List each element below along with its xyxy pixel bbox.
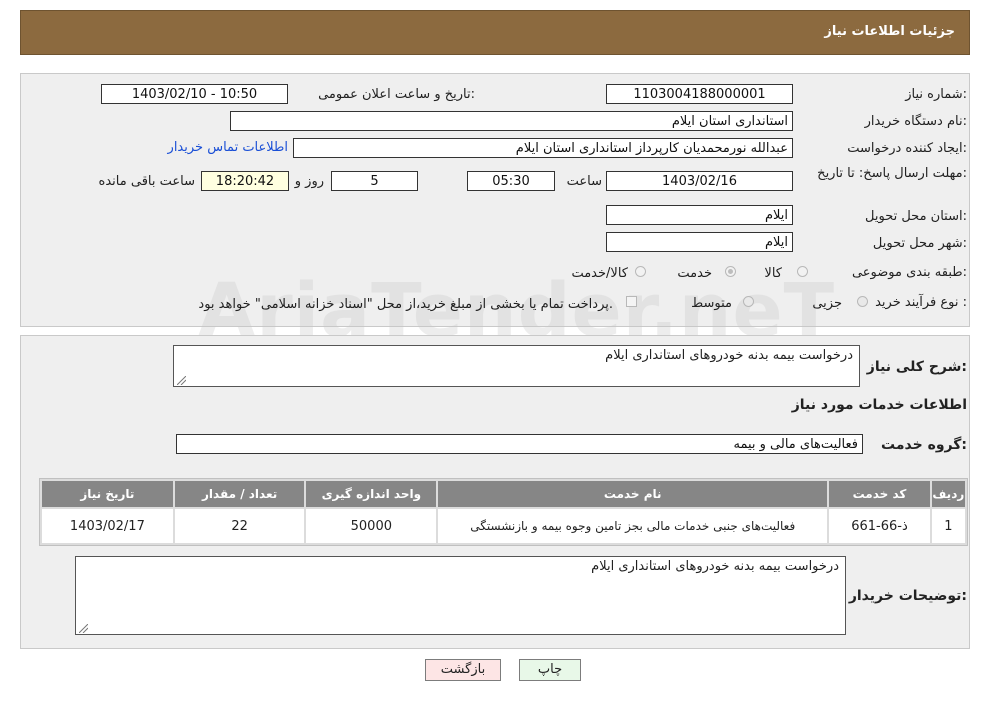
general-desc-label: شرح کلی نیاز: [866,359,967,375]
process-option-medium: متوسط [691,296,732,311]
deadline-time-field: 05:30 [467,171,555,191]
category-option-service: خدمت [677,266,712,281]
category-radio-goods[interactable] [797,266,808,277]
province-field: ایلام [606,205,793,225]
treasury-payment-note: پرداخت تمام یا بخشی از مبلغ خرید،از محل … [198,297,613,312]
general-desc-text: درخواست بیمه بدنه خودروهای استانداری ایل… [605,348,853,363]
cell-quantity: 22 [174,509,305,543]
remaining-days-field: 5 [331,171,418,191]
remaining-time-label: ساعت باقی مانده [98,174,195,189]
print-button[interactable]: چاپ [519,659,581,681]
service-group-field: فعالیت‌های مالی و بیمه [176,434,863,454]
category-radio-service[interactable] [725,266,736,277]
creator-field: عبدالله نورمحمدیان کارپرداز استانداری اس… [293,138,793,158]
buyer-notes-text: درخواست بیمه بدنه خودروهای استانداری ایل… [591,559,839,574]
table-row: 1 ذ-66-661 فعالیت‌های جنبی خدمات مالی بج… [42,509,965,543]
deadline-time-label: ساعت [566,174,602,189]
service-group-label: گروه خدمت: [881,437,967,453]
general-desc-textarea[interactable]: درخواست بیمه بدنه خودروهای استانداری ایل… [173,345,860,387]
announce-label: تاریخ و ساعت اعلان عمومی: [318,87,475,102]
remaining-time-field: 18:20:42 [201,171,289,191]
category-option-goods: کالا [764,266,782,281]
col-header-row-number: ردیف [931,481,965,507]
category-label: طبقه بندی موضوعی: [851,265,967,280]
process-label: نوع فرآیند خرید : [875,295,967,310]
page-header: جزئیات اطلاعات نیاز [20,10,970,55]
city-label: شهر محل تحویل: [872,236,967,251]
services-title: اطلاعات خدمات مورد نیاز [791,397,967,413]
buyer-notes-textarea[interactable]: درخواست بیمه بدنه خودروهای استانداری ایل… [75,556,846,635]
col-header-unit: واحد اندازه گیری [306,481,437,507]
cell-service-name: فعالیت‌های جنبی خدمات مالی بجز تامین وجو… [438,509,828,543]
buyer-notes-label: توضیحات خریدار: [848,588,967,604]
deadline-label: مهلت ارسال پاسخ: تا تاریخ: [817,166,967,181]
col-header-quantity: تعداد / مقدار [174,481,305,507]
process-option-minor: جزیی [812,296,842,311]
col-header-need-date: تاریخ نیاز [42,481,173,507]
days-label: روز و [294,174,324,189]
col-header-service-name: نام خدمت [438,481,828,507]
treasury-payment-checkbox[interactable] [626,296,637,307]
category-option-goods-service: کالا/خدمت [571,266,628,281]
deadline-date-field: 1403/02/16 [606,171,793,191]
col-header-service-code: کد خدمت [829,481,930,507]
buyer-org-label: نام دستگاه خریدار: [864,114,967,129]
cell-need-date: 1403/02/17 [42,509,173,543]
page-title: جزئیات اطلاعات نیاز [824,24,955,39]
back-button[interactable]: بازگشت [425,659,501,681]
need-number-field: 1103004188000001 [606,84,793,104]
table-header-row: ردیف کد خدمت نام خدمت واحد اندازه گیری ت… [42,481,965,507]
resize-grip-icon[interactable] [78,622,89,634]
resize-grip-icon[interactable] [176,374,187,386]
announce-datetime-field: 1403/02/10 - 10:50 [101,84,288,104]
province-label: استان محل تحویل: [865,209,967,224]
services-table: ردیف کد خدمت نام خدمت واحد اندازه گیری ت… [39,478,968,546]
category-radio-goods-service[interactable] [635,266,646,277]
cell-service-code: ذ-66-661 [829,509,930,543]
buyer-org-field: استانداری استان ایلام [230,111,793,131]
process-radio-minor[interactable] [857,296,868,307]
process-radio-medium[interactable] [743,296,754,307]
need-number-label: شماره نیاز: [905,87,967,102]
city-field: ایلام [606,232,793,252]
cell-unit: 50000 [306,509,437,543]
buyer-contact-link[interactable]: اطلاعات تماس خریدار [168,140,288,155]
creator-label: ایجاد کننده درخواست: [847,141,967,156]
cell-row-number: 1 [931,509,965,543]
